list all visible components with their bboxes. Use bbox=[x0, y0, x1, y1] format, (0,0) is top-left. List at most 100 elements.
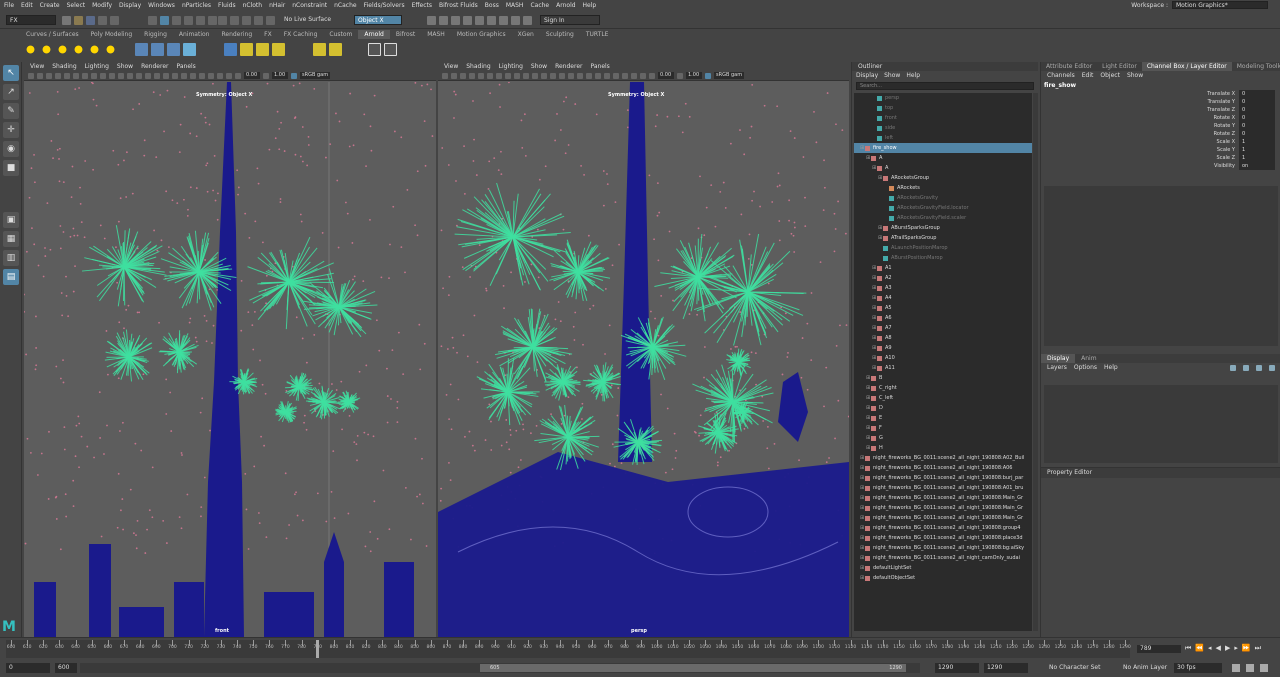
vp-menu-renderer[interactable]: Renderer bbox=[141, 63, 168, 70]
channel-row[interactable]: Scale Z 1 bbox=[1041, 154, 1280, 162]
outliner-item[interactable]: ⊞ C_right bbox=[854, 383, 1032, 393]
render-icon[interactable] bbox=[427, 16, 436, 25]
ipr-render-icon[interactable] bbox=[439, 16, 448, 25]
textured-icon[interactable] bbox=[136, 72, 142, 79]
hypershade-icon[interactable] bbox=[463, 16, 472, 25]
object-menu[interactable]: Object bbox=[1100, 71, 1120, 81]
outliner-item[interactable]: ⊞ A6 bbox=[854, 313, 1032, 323]
move-tool-icon[interactable]: ✛ bbox=[3, 122, 19, 138]
new-scene-icon[interactable] bbox=[62, 16, 71, 25]
menu-edit[interactable]: Edit bbox=[21, 2, 33, 9]
bookmark-icon[interactable] bbox=[460, 72, 466, 79]
outliner-item[interactable]: ⊞ G bbox=[854, 433, 1032, 443]
outliner-item[interactable]: ⊞ defaultLightSet bbox=[854, 563, 1032, 573]
play-back-icon[interactable]: ◀ bbox=[1216, 644, 1221, 653]
playhead[interactable] bbox=[316, 640, 320, 658]
time-slider[interactable]: 600 610 620 630 640 650 660 670 680 690 700 710 720 7… bbox=[0, 637, 1280, 659]
vp-menu-panels[interactable]: Panels bbox=[176, 63, 195, 70]
tx-manager-icon[interactable] bbox=[256, 42, 269, 56]
aa-icon[interactable] bbox=[172, 72, 178, 79]
shelf-tab-fx-caching[interactable]: FX Caching bbox=[278, 30, 324, 39]
outliner-item[interactable]: ⊞ A10 bbox=[854, 353, 1032, 363]
layer-down-icon[interactable] bbox=[1243, 365, 1249, 371]
outliner-item[interactable]: ⊞ C_left bbox=[854, 393, 1032, 403]
rotate-tool-icon[interactable]: ◉ bbox=[3, 141, 19, 157]
channel-row[interactable]: Visibility on bbox=[1041, 162, 1280, 170]
outliner-item[interactable]: left bbox=[854, 133, 1032, 143]
shadows-icon[interactable] bbox=[154, 72, 160, 79]
new-layer-icon[interactable] bbox=[1256, 365, 1262, 371]
layer-up-icon[interactable] bbox=[1230, 365, 1236, 371]
outliner-item[interactable]: side bbox=[854, 123, 1032, 133]
live-surface-field[interactable]: No Live Surface bbox=[284, 16, 331, 23]
outliner-item[interactable]: ⊞ ABurstSparksGroup bbox=[854, 223, 1032, 233]
channel-value[interactable]: 1 bbox=[1239, 154, 1275, 162]
photometric-light-icon[interactable] bbox=[88, 42, 101, 56]
outliner-item[interactable]: ⊞ A7 bbox=[854, 323, 1032, 333]
shelf-tab-motion-graphics[interactable]: Motion Graphics bbox=[451, 30, 512, 39]
outliner-item[interactable]: ⊞ A1 bbox=[854, 263, 1032, 273]
layers-menu[interactable]: Layers bbox=[1047, 363, 1067, 373]
wireframe-icon[interactable] bbox=[532, 72, 538, 79]
gamma-icon[interactable] bbox=[677, 72, 683, 79]
auto-key-icon[interactable] bbox=[1232, 664, 1240, 672]
step-forward-icon[interactable]: ▸ bbox=[1234, 644, 1238, 653]
outliner-menu-help[interactable]: Help bbox=[906, 71, 920, 80]
playback-end-field[interactable]: 1290 bbox=[935, 663, 979, 673]
outliner-item[interactable]: ⊞ A3 bbox=[854, 283, 1032, 293]
menu-boss[interactable]: Boss bbox=[485, 2, 499, 9]
vp2-menu-panels[interactable]: Panels bbox=[590, 63, 609, 70]
range-end-icon[interactable] bbox=[1260, 664, 1268, 672]
save-scene-icon[interactable] bbox=[86, 16, 95, 25]
right-tab-modeling-toolkit[interactable]: Modeling Toolkit bbox=[1232, 62, 1280, 71]
right-tab-channel-box-layer-editor[interactable]: Channel Box / Layer Editor bbox=[1141, 62, 1232, 71]
snap-surface-icon[interactable] bbox=[266, 16, 275, 25]
select-component-icon[interactable] bbox=[172, 16, 181, 25]
channel-value[interactable]: 0 bbox=[1239, 130, 1275, 138]
outliner-item[interactable]: ⊞ fire_show bbox=[854, 143, 1032, 153]
menu-nconstraint[interactable]: nConstraint bbox=[292, 2, 327, 9]
outliner-item[interactable]: ⊞ night_fireworks_BG_0011:scene2_all_nigh… bbox=[854, 463, 1032, 473]
outliner-item[interactable]: ⊞ E bbox=[854, 413, 1032, 423]
outliner-item[interactable]: ⊞ A5 bbox=[854, 303, 1032, 313]
outliner-item[interactable]: ⊞ A11 bbox=[854, 363, 1032, 373]
go-to-end-icon[interactable]: ⏭ bbox=[1255, 644, 1261, 653]
two-pane-icon[interactable]: ▥ bbox=[3, 250, 19, 266]
grid-icon[interactable] bbox=[64, 72, 70, 79]
channel-value[interactable]: 0 bbox=[1239, 98, 1275, 106]
outliner-menu-show[interactable]: Show bbox=[884, 71, 900, 80]
channel-value[interactable]: 0 bbox=[1239, 114, 1275, 122]
backface-icon[interactable] bbox=[226, 72, 232, 79]
menu-nparticles[interactable]: nParticles bbox=[182, 2, 211, 9]
textured-icon[interactable] bbox=[550, 72, 556, 79]
anim-layer-dropdown[interactable]: No Anim Layer bbox=[1120, 663, 1170, 673]
menu-ncache[interactable]: nCache bbox=[334, 2, 356, 9]
camera-select-icon[interactable] bbox=[442, 72, 448, 79]
lighting-icon[interactable] bbox=[523, 16, 532, 25]
snap-view-icon[interactable] bbox=[254, 16, 263, 25]
channel-value[interactable]: 0 bbox=[1239, 90, 1275, 98]
preferences-icon[interactable] bbox=[1246, 664, 1254, 672]
menu-bifrost-fluids[interactable]: Bifrost Fluids bbox=[439, 2, 478, 9]
exposure-icon[interactable] bbox=[235, 72, 241, 79]
outliner-item[interactable]: ARocketsGravityField.locator bbox=[854, 203, 1032, 213]
outliner-item[interactable]: ⊞ A4 bbox=[854, 293, 1032, 303]
mesh-light-icon[interactable] bbox=[72, 42, 85, 56]
outliner-item[interactable]: ⊞ night_fireworks_BG_0011:scene2_all_nigh… bbox=[854, 493, 1032, 503]
xray-joints-icon[interactable] bbox=[208, 72, 214, 79]
menu-mash[interactable]: MASH bbox=[506, 2, 524, 9]
menu-display[interactable]: Display bbox=[119, 2, 141, 9]
area-light-icon[interactable] bbox=[56, 42, 69, 56]
lights-icon[interactable] bbox=[145, 72, 151, 79]
symmetry-dropdown[interactable]: Object X bbox=[354, 15, 402, 25]
dof-icon[interactable] bbox=[181, 72, 187, 79]
right-tab-attribute-editor[interactable]: Attribute Editor bbox=[1041, 62, 1097, 71]
lights-icon[interactable] bbox=[559, 72, 565, 79]
menu-windows[interactable]: Windows bbox=[148, 2, 175, 9]
xray-active-icon[interactable] bbox=[631, 72, 637, 79]
outliner-item[interactable]: ⊞ defaultObjectSet bbox=[854, 573, 1032, 583]
layer-tab-display[interactable]: Display bbox=[1041, 354, 1076, 363]
snap-point-icon[interactable] bbox=[242, 16, 251, 25]
shelf-tab-mash[interactable]: MASH bbox=[421, 30, 451, 39]
play-forward-icon[interactable]: ▶ bbox=[1225, 644, 1230, 653]
